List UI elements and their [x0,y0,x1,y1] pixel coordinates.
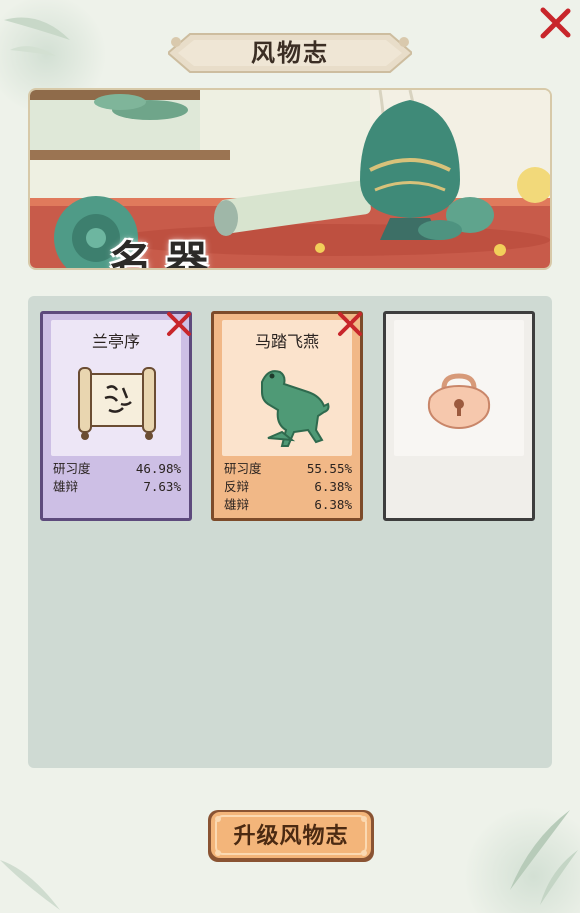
stat-label: 雄辩 [53,479,79,494]
stat-label: 反辩 [224,479,250,494]
title-banner: 风物志 [166,30,414,76]
stat-row: 研习度 46.98% [53,460,181,478]
card-portrait: 马踏飞燕 [222,320,352,456]
category-label: 名器 [110,237,223,270]
stat-row: 反辩 6.38% [224,478,352,496]
stat-value: 7.63% [143,479,181,494]
remove-card-button[interactable] [336,310,364,338]
stat-label: 雄辩 [224,497,250,512]
locked-card-slot[interactable] [383,311,535,521]
close-icon [540,7,571,39]
card-portrait [394,320,524,456]
card-portrait: 兰亭序 [51,320,181,456]
category-hero-image: 名器 [28,88,552,270]
stat-value: 55.55% [306,461,352,476]
stat-label: 研习度 [224,461,262,476]
lock-icon [427,373,491,430]
remove-card-button[interactable] [165,310,193,338]
card-title: 马踏飞燕 [254,332,319,351]
stat-value: 46.98% [135,461,181,476]
relic-card-matafeiyan[interactable]: 马踏飞燕 研习度 55.55% 反辩 6.38% 雄辩 6.38% [211,311,363,521]
bronze-horse-icon [261,370,330,447]
scroll-icon [78,367,156,440]
close-icon [167,312,191,336]
close-icon [338,312,362,336]
relic-card-lantingxu[interactable]: 兰亭序 研习度 46.98% 雄辩 7.63% [40,311,192,521]
card-stats: 研习度 55.55% 反辩 6.38% 雄辩 6.38% [224,460,352,514]
stat-label: 研习度 [53,461,91,476]
stat-value: 6.38% [314,479,352,494]
stat-row: 雄辩 7.63% [53,478,181,496]
upgrade-button-label: 升级风物志 [233,823,349,849]
page-title: 风物志 [251,38,329,67]
stat-row: 研习度 55.55% [224,460,352,478]
card-title: 兰亭序 [91,332,140,351]
stat-row: 雄辩 6.38% [224,496,352,514]
hero-illustration [30,90,550,268]
card-stats: 研习度 46.98% 雄辩 7.63% [53,460,181,496]
stat-value: 6.38% [314,497,352,512]
upgrade-collection-button[interactable]: 升级风物志 [206,807,376,865]
close-button[interactable] [538,6,572,40]
